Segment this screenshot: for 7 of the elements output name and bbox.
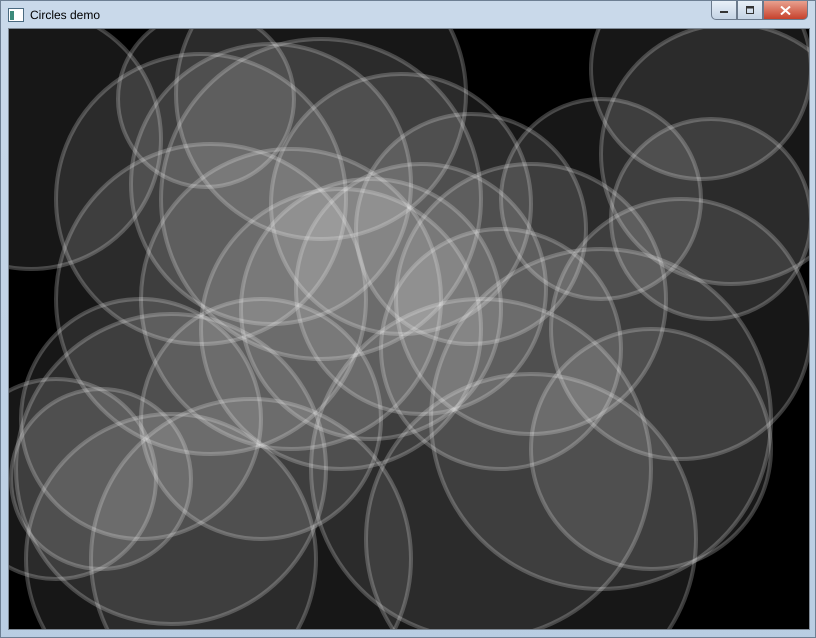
maximize-icon xyxy=(745,6,755,14)
window-title: Circles demo xyxy=(30,8,100,22)
minimize-button[interactable] xyxy=(711,1,737,20)
maximize-button[interactable] xyxy=(737,1,763,20)
close-button[interactable] xyxy=(763,1,808,20)
app-icon xyxy=(8,8,24,22)
close-icon xyxy=(780,6,791,14)
